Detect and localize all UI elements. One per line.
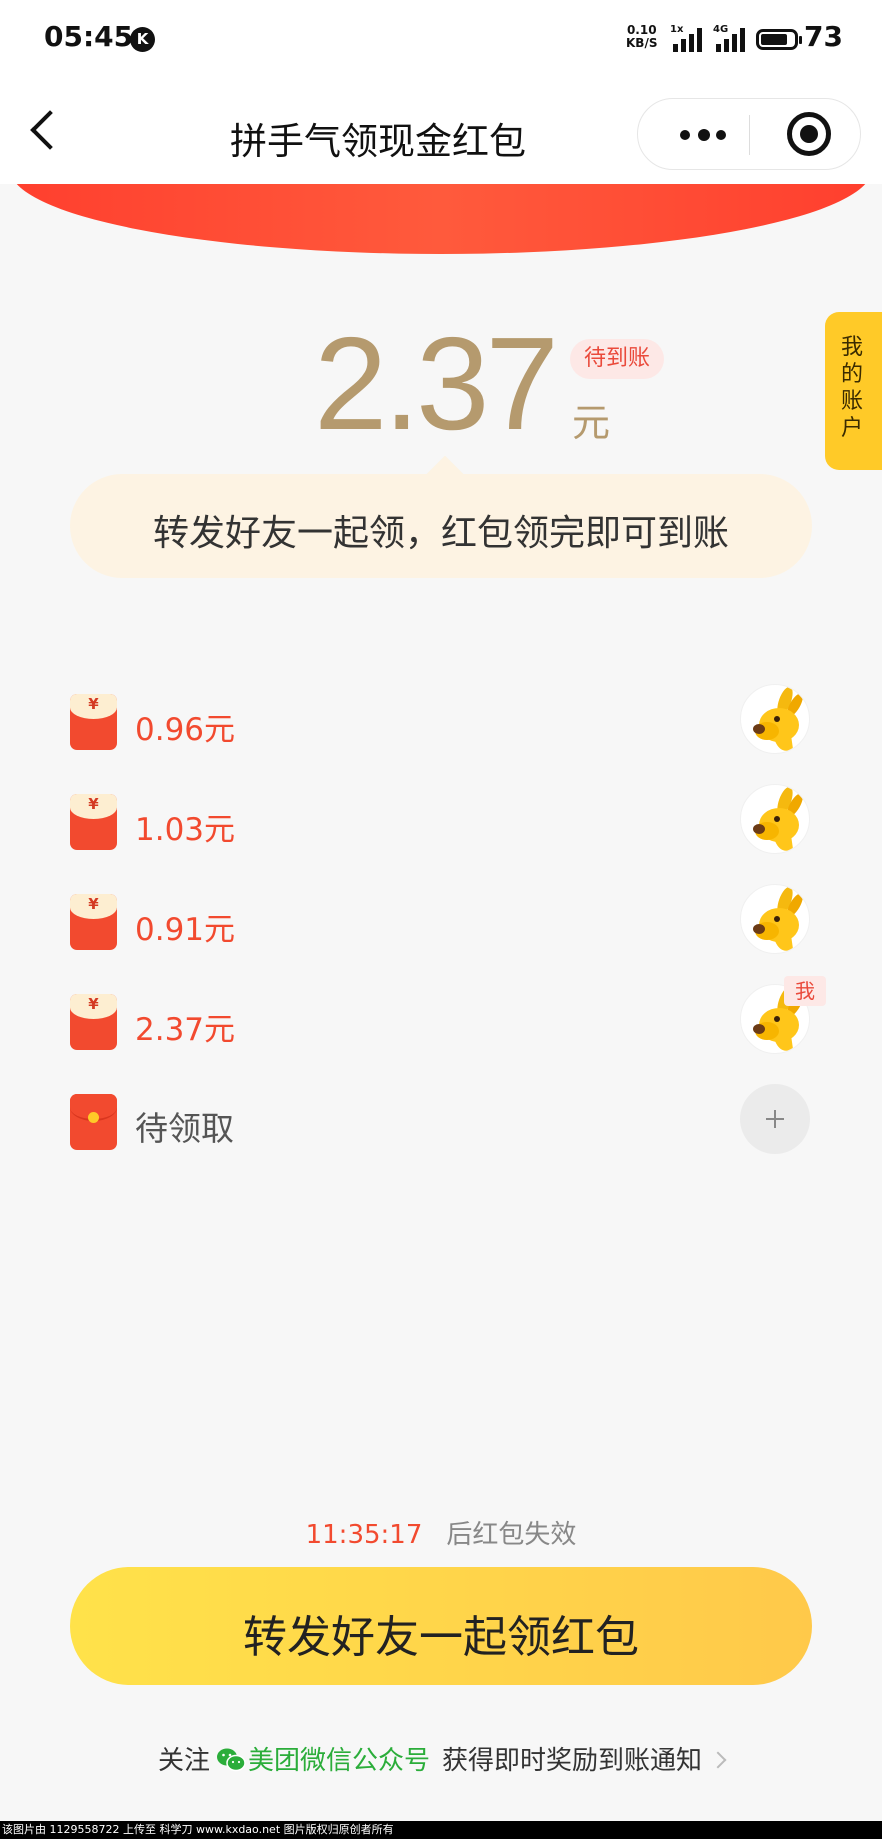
pending-label: 待领取 xyxy=(135,1109,234,1148)
red-envelope-icon: ¥ xyxy=(70,994,117,1050)
follow-official-account-link[interactable]: 关注 美团微信公众号 获得即时奖励到账通知 xyxy=(0,1740,882,1777)
chevron-right-icon xyxy=(709,1751,727,1769)
status-bar: 05:45 K 0.10 KB/S 1x 4G 73 xyxy=(0,0,882,76)
wechat-icon xyxy=(216,1748,246,1772)
packet-amount: 0.96元 xyxy=(135,712,236,748)
packet-row: ¥ 2.37元 我 xyxy=(0,964,882,1074)
follow-suffix: 获得即时奖励到账通知 xyxy=(442,1746,703,1776)
red-envelope-icon: ¥ xyxy=(70,794,117,850)
user-avatar xyxy=(740,684,810,754)
tip-bubble: 转发好友一起领，红包领完即可到账 xyxy=(70,474,812,578)
my-account-tab[interactable]: 我的账户 xyxy=(825,312,882,470)
packet-row: ¥ 1.03元 xyxy=(0,764,882,874)
countdown-text: 后红包失效 xyxy=(446,1520,577,1550)
status-badge: 待到账 xyxy=(570,339,664,379)
red-envelope-icon: ¥ xyxy=(70,894,117,950)
status-time: 05:45 xyxy=(44,20,134,53)
signal-4g-icon xyxy=(716,26,745,52)
more-button[interactable] xyxy=(668,113,748,157)
watermark-footer: 该图片由 1129558722 上传至 科学刀 www.kxdao.net 图片… xyxy=(0,1821,882,1839)
page-title: 拼手气领现金红包 xyxy=(230,120,526,163)
pending-row: 待领取 xyxy=(0,1064,882,1174)
packet-amount: 1.03元 xyxy=(135,812,236,848)
tip-text: 转发好友一起领，红包领完即可到账 xyxy=(152,513,729,554)
network-speed: 0.10 KB/S xyxy=(626,24,657,50)
packet-amount: 0.91元 xyxy=(135,912,236,948)
mini-program-capsule xyxy=(637,98,861,170)
received-amount: 2.37 xyxy=(314,310,559,457)
user-avatar xyxy=(740,784,810,854)
network-speed-unit: KB/S xyxy=(626,36,658,50)
nav-bar: 拼手气领现金红包 xyxy=(0,76,882,184)
k-app-icon: K xyxy=(130,27,155,52)
countdown: 11:35:17 后红包失效 xyxy=(0,1514,882,1551)
capsule-divider xyxy=(749,115,750,155)
share-button-label: 转发好友一起领红包 xyxy=(243,1612,639,1663)
invite-add-button[interactable] xyxy=(740,1084,810,1154)
packet-row: ¥ 0.91元 xyxy=(0,864,882,974)
follow-prefix: 关注 xyxy=(157,1746,210,1776)
packet-row: ¥ 0.96元 xyxy=(0,664,882,774)
battery-icon xyxy=(756,29,802,50)
signal-icon xyxy=(673,26,702,52)
back-button[interactable] xyxy=(22,106,72,156)
battery-level: 73 xyxy=(804,20,843,53)
close-mini-program-button[interactable] xyxy=(787,112,831,156)
user-avatar xyxy=(740,884,810,954)
countdown-time: 11:35:17 xyxy=(305,1520,423,1550)
my-account-label: 我的账户 xyxy=(841,335,864,441)
red-envelope-closed-icon xyxy=(70,1094,117,1150)
follow-link-text: 美团微信公众号 xyxy=(247,1746,430,1776)
me-badge: 我 xyxy=(784,976,826,1006)
red-envelope-icon: ¥ xyxy=(70,694,117,750)
amount-unit: 元 xyxy=(572,401,611,445)
share-to-friends-button[interactable]: 转发好友一起领红包 xyxy=(70,1567,812,1685)
packet-amount: 2.37元 xyxy=(135,1012,236,1048)
